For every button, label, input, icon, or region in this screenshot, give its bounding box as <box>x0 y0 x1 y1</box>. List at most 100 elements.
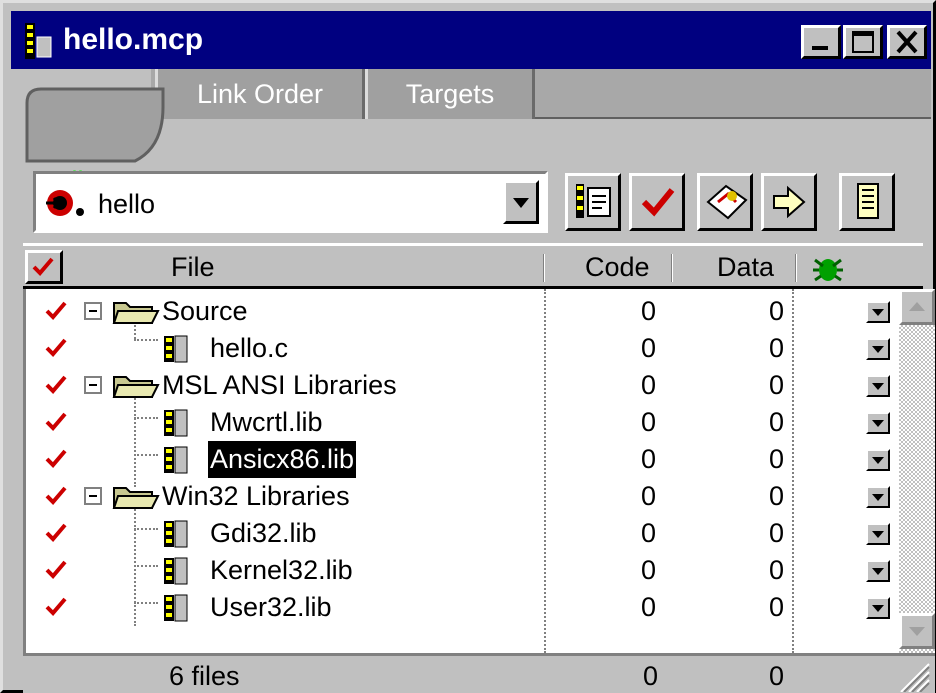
folder-open-icon <box>112 302 160 324</box>
collapse-icon[interactable] <box>84 302 102 320</box>
file-count: 6 files <box>169 661 240 691</box>
debug-bug-icon[interactable] <box>811 252 845 284</box>
project-file-icon <box>25 23 52 59</box>
code-size: 0 <box>640 592 656 622</box>
tab-targets[interactable]: Targets <box>365 69 535 119</box>
item-name: Mwcrtl.lib <box>210 407 323 437</box>
tab-bar: Link Order Targets Files <box>11 69 931 196</box>
make-button[interactable] <box>629 173 685 231</box>
maximize-button[interactable] <box>843 25 883 59</box>
list-item[interactable]: Source 0 0 <box>26 293 904 330</box>
vertical-scrollbar[interactable] <box>899 289 935 653</box>
resize-grip-icon[interactable] <box>895 660 931 692</box>
debug-button[interactable] <box>697 173 753 231</box>
list-item[interactable]: Gdi32.lib 0 0 <box>26 515 904 552</box>
check-icon[interactable] <box>44 373 68 397</box>
code-size: 0 <box>640 518 656 548</box>
column-separator[interactable] <box>543 254 545 282</box>
item-name: hello.c <box>210 333 289 363</box>
column-file[interactable]: File <box>171 250 215 284</box>
chevron-down-icon <box>872 494 884 501</box>
list-item[interactable]: MSL ANSI Libraries 0 0 <box>26 367 904 404</box>
item-menu-button[interactable] <box>866 301 890 323</box>
header-check-button[interactable] <box>25 250 63 284</box>
chevron-down-icon <box>909 627 925 636</box>
tab-link-order[interactable]: Link Order <box>155 69 365 119</box>
run-icon <box>773 185 806 219</box>
target-dropdown-button[interactable] <box>503 180 539 224</box>
check-icon[interactable] <box>44 521 68 545</box>
item-name: User32.lib <box>210 592 332 622</box>
column-data[interactable]: Data <box>717 250 774 284</box>
check-icon <box>32 257 54 276</box>
column-separator[interactable] <box>671 254 673 282</box>
maximize-icon <box>852 31 874 53</box>
source-file-icon <box>164 335 188 363</box>
item-menu-button[interactable] <box>866 449 890 471</box>
chevron-down-icon <box>872 309 884 316</box>
sync-modification-dates-button[interactable] <box>565 173 621 231</box>
list-item[interactable]: Ansicx86.lib 0 0 <box>26 441 904 478</box>
item-name-selected: Ansicx86.lib <box>208 441 357 478</box>
chevron-down-icon <box>872 605 884 612</box>
target-icon <box>46 190 84 216</box>
check-icon[interactable] <box>44 447 68 471</box>
project-settings-button[interactable] <box>839 173 895 231</box>
file-list-panel: File Code Data Source 0 0 hello.c 0 0 MS… <box>23 243 935 693</box>
item-menu-button[interactable] <box>866 560 890 582</box>
title-bar[interactable]: hello.mcp <box>11 11 931 69</box>
data-size: 0 <box>768 370 784 400</box>
check-icon[interactable] <box>44 299 68 323</box>
list-item[interactable]: hello.c 0 0 <box>26 330 904 367</box>
scroll-down-button[interactable] <box>899 613 935 649</box>
column-separator[interactable] <box>795 254 797 282</box>
list-item[interactable]: User32.lib 0 0 <box>26 589 904 626</box>
item-menu-button[interactable] <box>866 597 890 619</box>
column-header: File Code Data <box>23 243 923 289</box>
data-size: 0 <box>768 481 784 511</box>
target-select[interactable]: hello <box>33 171 548 233</box>
chevron-down-icon <box>872 457 884 464</box>
status-footer: 6 files 0 0 <box>23 653 935 693</box>
item-name: Source <box>162 296 248 326</box>
column-code[interactable]: Code <box>585 250 650 284</box>
check-icon[interactable] <box>44 595 68 619</box>
minimize-button[interactable] <box>801 25 841 59</box>
library-file-icon <box>164 446 188 474</box>
check-icon[interactable] <box>44 484 68 508</box>
code-size: 0 <box>640 444 656 474</box>
chevron-down-icon <box>872 383 884 390</box>
check-icon[interactable] <box>44 336 68 360</box>
list-item[interactable]: Mwcrtl.lib 0 0 <box>26 404 904 441</box>
file-list[interactable]: Source 0 0 hello.c 0 0 MSL ANSI Librarie… <box>23 289 901 653</box>
item-menu-button[interactable] <box>866 375 890 397</box>
item-menu-button[interactable] <box>866 523 890 545</box>
data-size: 0 <box>768 333 784 363</box>
item-menu-button[interactable] <box>866 486 890 508</box>
chevron-down-icon <box>872 568 884 575</box>
minimize-icon <box>812 46 828 50</box>
data-size: 0 <box>768 555 784 585</box>
library-file-icon <box>164 594 188 622</box>
project-settings-icon <box>857 183 879 219</box>
run-button[interactable] <box>761 173 817 231</box>
tab-files-shape <box>25 87 165 163</box>
item-name: Win32 Libraries <box>162 481 350 511</box>
folder-open-icon <box>112 376 160 398</box>
item-menu-button[interactable] <box>866 412 890 434</box>
collapse-icon[interactable] <box>84 376 102 394</box>
window-title: hello.mcp <box>63 23 204 56</box>
data-size: 0 <box>768 407 784 437</box>
item-name: Gdi32.lib <box>210 518 317 548</box>
list-item[interactable]: Win32 Libraries 0 0 <box>26 478 904 515</box>
list-item[interactable]: Kernel32.lib 0 0 <box>26 552 904 589</box>
close-icon <box>896 30 918 54</box>
code-size: 0 <box>640 555 656 585</box>
collapse-icon[interactable] <box>84 487 102 505</box>
item-menu-button[interactable] <box>866 338 890 360</box>
close-button[interactable] <box>887 25 927 59</box>
check-icon[interactable] <box>44 410 68 434</box>
project-window: hello.mcp Link Order Targets Files hello <box>0 0 936 693</box>
scroll-up-button[interactable] <box>899 289 935 325</box>
check-icon[interactable] <box>44 558 68 582</box>
